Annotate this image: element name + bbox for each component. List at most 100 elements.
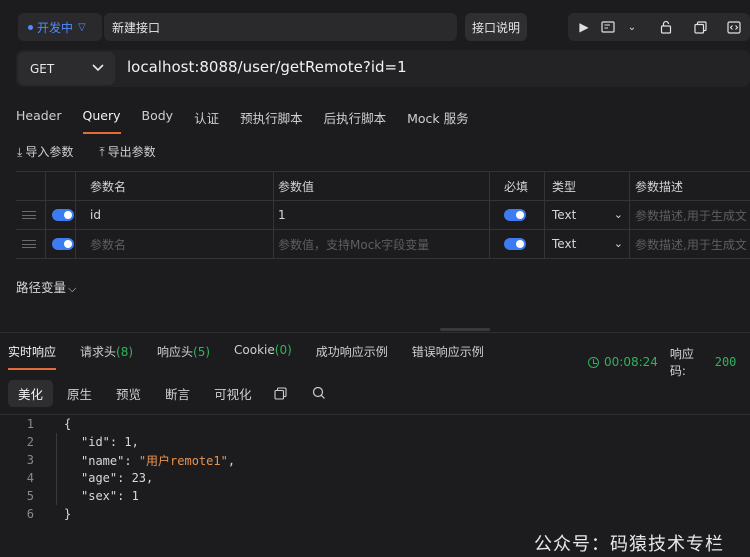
code-line: 5 "sex": 1	[0, 487, 750, 505]
save-icon[interactable]	[596, 13, 620, 41]
code-line: 2 "id": 1,	[0, 433, 750, 451]
tab-success-example[interactable]: 成功响应示例	[316, 343, 388, 370]
tab-label: 成功响应示例	[315, 345, 388, 359]
format-tabs: 美化 原生 预览 断言 可视化	[8, 379, 266, 407]
line-number: 3	[26, 453, 34, 467]
drag-icon	[22, 240, 36, 248]
method-select[interactable]: GET	[18, 52, 115, 85]
toolbar: ▶ ⌄	[568, 13, 750, 41]
import-label: 导入参数	[25, 145, 74, 159]
search-icon[interactable]	[310, 384, 328, 402]
lock-icon[interactable]	[654, 13, 678, 41]
toggle-switch	[504, 209, 526, 221]
count-badge: (0)	[274, 343, 292, 357]
format-raw[interactable]: 原生	[57, 380, 102, 407]
drag-handle[interactable]	[16, 230, 46, 258]
enable-toggle[interactable]	[46, 230, 76, 258]
play-icon[interactable]: ▶	[572, 13, 596, 41]
path-var-label: 路径变量	[16, 280, 67, 295]
clock-icon	[588, 356, 599, 368]
export-params-button[interactable]: ⤒ 导出参数	[99, 143, 155, 160]
tab-header[interactable]: Header	[16, 108, 62, 134]
required-toggle[interactable]	[490, 201, 545, 229]
tab-error-example[interactable]: 错误响应示例	[412, 343, 484, 370]
type-select[interactable]: Text ⌄	[545, 201, 630, 229]
json-value: "用户remote1"	[138, 453, 228, 468]
api-name-input[interactable]: 新建接口	[104, 13, 457, 41]
tab-response-headers[interactable]: 响应头(5)	[157, 343, 210, 370]
drag-icon	[22, 211, 36, 219]
table-row: id 1 Text ⌄ 参数描述,用于生成文	[16, 201, 750, 230]
line-number: 2	[26, 435, 34, 449]
header-param-value: 参数值	[274, 172, 490, 200]
method-label: GET	[30, 61, 55, 76]
code-line: 1{	[0, 415, 750, 433]
tab-pre-script[interactable]: 预执行脚本	[240, 108, 303, 134]
time-value: 00:08:24	[604, 355, 658, 369]
code-line: 4 "age": 23,	[0, 469, 750, 487]
table-row: 参数名 参数值，支持Mock字段变量 Text ⌄ 参数描述,用于生成文	[16, 230, 750, 259]
param-value-cell[interactable]: 1	[274, 201, 490, 229]
param-desc-cell[interactable]: 参数描述,用于生成文	[630, 230, 750, 258]
tab-live-response[interactable]: 实时响应	[8, 343, 57, 370]
type-value: Text	[552, 237, 577, 251]
format-visualize[interactable]: 可视化	[204, 380, 262, 407]
tab-query[interactable]: Query	[82, 108, 121, 134]
path-variables-toggle[interactable]: 路径变量 ⌵	[16, 277, 76, 296]
response-tabs: 实时响应 请求头(8) 响应头(5) Cookie(0) 成功响应示例 错误响应…	[8, 343, 508, 370]
json-value: 1	[124, 435, 132, 449]
chevron-down-icon	[91, 60, 105, 77]
copy-icon[interactable]	[688, 13, 712, 41]
response-status: 00:08:24 响应码: 200	[588, 345, 750, 379]
type-select[interactable]: Text ⌄	[545, 230, 630, 258]
chevron-down-icon: ⌵	[68, 282, 77, 295]
header-param-name: 参数名	[76, 172, 274, 200]
header-toggle-col	[46, 172, 76, 200]
header-type: 类型	[545, 172, 630, 200]
tab-cookie[interactable]: Cookie(0)	[234, 343, 292, 370]
resize-handle[interactable]	[440, 328, 490, 331]
header-required: 必填	[490, 172, 545, 200]
tab-auth[interactable]: 认证	[194, 108, 219, 134]
format-beautify[interactable]: 美化	[8, 379, 54, 407]
required-toggle[interactable]	[490, 230, 545, 258]
param-value-cell[interactable]: 参数值，支持Mock字段变量	[274, 230, 490, 258]
upload-icon: ⤒	[99, 145, 105, 159]
line-number: 6	[26, 507, 34, 521]
json-key: "age"	[81, 471, 118, 485]
drag-handle[interactable]	[16, 201, 46, 229]
param-name-cell[interactable]: id	[76, 201, 274, 229]
copy-icon[interactable]	[271, 384, 289, 402]
tab-label: Cookie	[234, 343, 275, 357]
line-number: 5	[26, 489, 34, 503]
chevron-down-icon: ⌄	[613, 237, 623, 250]
url-input[interactable]: localhost:8088/user/getRemote?id=1	[127, 58, 407, 76]
type-value: Text	[552, 208, 577, 222]
line-number: 1	[26, 417, 34, 431]
format-assert[interactable]: 断言	[155, 380, 200, 407]
environment-selector[interactable]: 开发中 ▽	[18, 13, 102, 41]
status-label: 响应码:	[669, 347, 694, 378]
code-icon[interactable]	[722, 13, 746, 41]
response-body-editor[interactable]: 1{2 "id": 1, 3 "name": "用户remote1", 4 "age": …	[0, 415, 750, 523]
tab-mock[interactable]: Mock 服务	[407, 108, 469, 134]
param-desc-cell[interactable]: 参数描述,用于生成文	[630, 201, 750, 229]
export-label: 导出参数	[107, 145, 156, 159]
api-doc-button[interactable]: 接口说明	[465, 13, 527, 41]
param-name-cell[interactable]: 参数名	[76, 230, 274, 258]
tab-request-headers[interactable]: 请求头(8)	[80, 343, 133, 370]
enable-toggle[interactable]	[46, 201, 76, 229]
import-params-button[interactable]: ⤓ 导入参数	[17, 143, 73, 160]
code-text: {	[64, 417, 72, 431]
json-key: "id"	[81, 435, 110, 449]
header-drag-col	[16, 172, 46, 200]
table-header-row: 参数名 参数值 必填 类型 参数描述	[16, 172, 750, 201]
tab-post-script[interactable]: 后执行脚本	[324, 108, 387, 134]
format-preview[interactable]: 预览	[106, 380, 151, 407]
code-line: 6}	[0, 505, 750, 523]
json-value: 23	[131, 471, 147, 485]
chevron-down-icon[interactable]: ⌄	[620, 13, 644, 41]
toggle-switch	[504, 238, 526, 250]
code-text: }	[64, 507, 72, 521]
tab-body[interactable]: Body	[142, 108, 174, 134]
